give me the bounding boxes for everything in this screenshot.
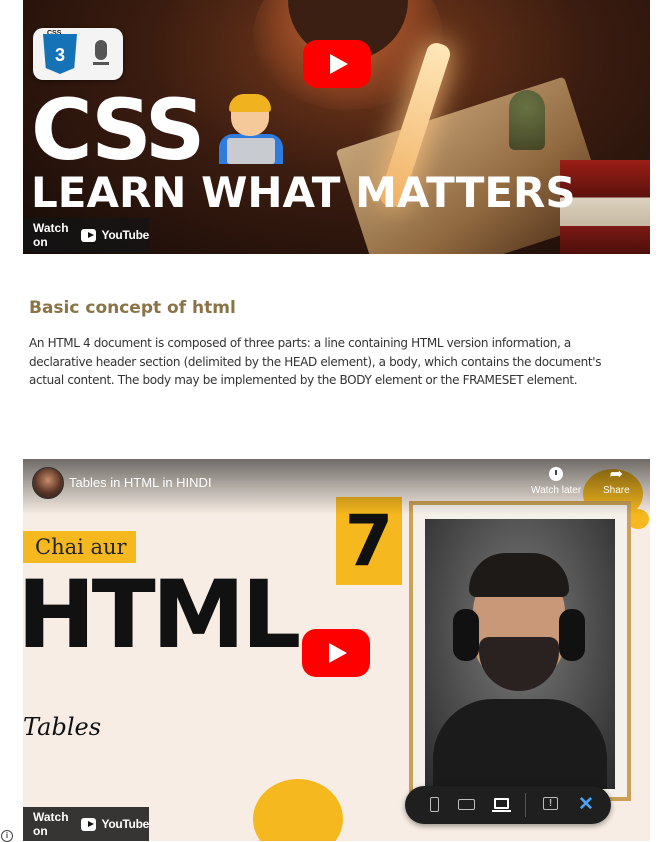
share-button[interactable]: ➦ Share [603, 466, 630, 497]
device-preview-toolbar: ✕ [405, 786, 611, 824]
video-title-link[interactable]: Tables in HTML in HINDI [69, 475, 212, 490]
watch-on-youtube-button[interactable]: Watch on YouTube [23, 218, 149, 252]
watch-on-label: Watch on [33, 221, 69, 249]
watch-on-youtube-button[interactable]: Watch on YouTube [23, 807, 149, 841]
thumbnail-title-learn: LEARN WHAT MATTERS [31, 168, 576, 217]
youtube-logo-icon [81, 817, 96, 831]
info-icon[interactable]: i [1, 830, 13, 842]
paint-splash-decoration [253, 779, 343, 841]
youtube-wordmark: YouTube [101, 228, 150, 242]
feedback-icon[interactable] [541, 795, 561, 815]
css3-icon: 3 [43, 34, 77, 74]
share-label: Share [603, 485, 630, 496]
section-heading: Basic concept of html [29, 298, 236, 318]
video-embed-css[interactable]: CSS 3 CSS LEARN WHAT MATTERS Watch on Yo… [23, 0, 650, 254]
tablet-icon[interactable] [457, 795, 477, 815]
youtube-wordmark: YouTube [101, 817, 150, 831]
play-button-icon[interactable] [303, 40, 371, 88]
technologist-emoji-icon [219, 94, 283, 166]
channel-avatar[interactable] [32, 467, 64, 499]
microphone-icon [95, 40, 107, 60]
close-icon[interactable]: ✕ [576, 795, 596, 815]
presenter-photo [425, 519, 615, 789]
headphones-icon [453, 609, 479, 661]
youtube-logo-icon [81, 228, 96, 242]
microphone-stand-icon [93, 62, 109, 65]
share-arrow-icon: ➦ [609, 466, 624, 483]
watch-later-label: Watch later [531, 485, 582, 496]
watch-later-button[interactable]: Watch later [531, 467, 581, 496]
css-badge: CSS 3 [33, 28, 123, 80]
phone-icon[interactable] [425, 795, 445, 815]
laptop-icon[interactable] [492, 795, 512, 815]
thumbnail-title-css: CSS [31, 81, 205, 179]
video-embed-html-tables[interactable]: Chai aur 7 HTML Tables Tables in HTML in… [23, 459, 650, 841]
toolbar-divider [525, 793, 526, 817]
play-button-icon[interactable] [302, 629, 370, 677]
clock-icon [549, 467, 564, 481]
watch-on-label: Watch on [33, 810, 69, 838]
chai-aur-tag: Chai aur [23, 531, 136, 563]
video-thumbnail-plant [509, 90, 545, 150]
thumbnail-subtitle-tables: Tables [23, 713, 102, 741]
section-paragraph: An HTML 4 document is composed of three … [29, 336, 602, 387]
presenter-photo-frame [409, 501, 631, 801]
thumbnail-title-html: HTML [23, 561, 301, 670]
